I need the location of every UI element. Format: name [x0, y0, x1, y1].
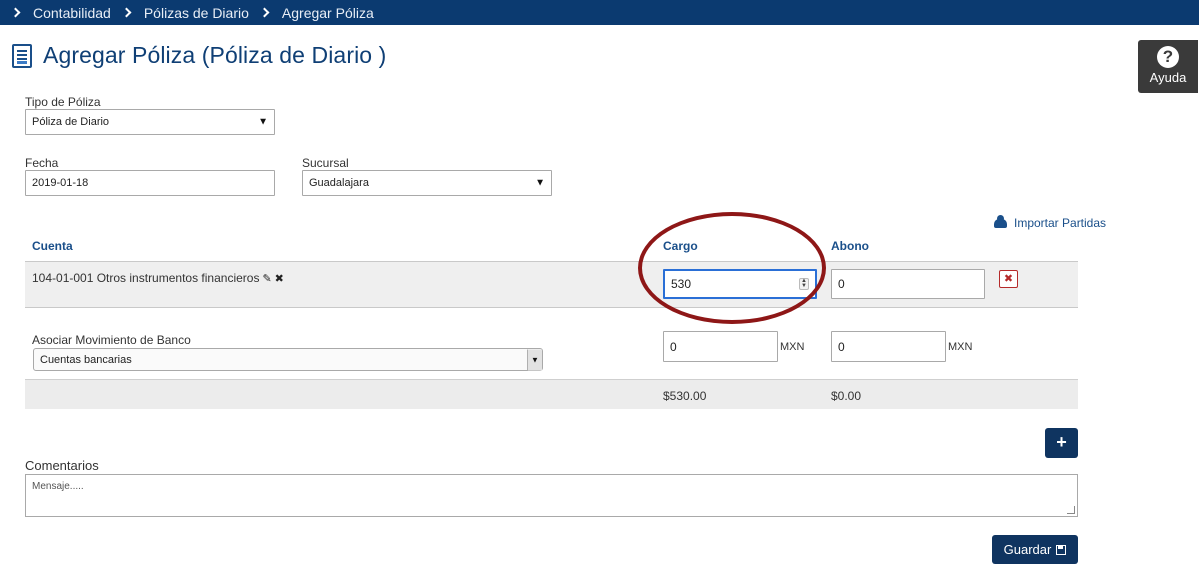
sucursal-value: Guadalajara: [309, 177, 369, 189]
fecha-input[interactable]: 2019-01-18: [25, 170, 275, 196]
chevron-right-icon: [10, 7, 21, 18]
floppy-disk-icon: [1056, 544, 1067, 555]
import-partidas-label: Importar Partidas: [1014, 216, 1107, 230]
breadcrumb-item-polizas-diario[interactable]: Pólizas de Diario: [111, 5, 249, 21]
sucursal-label: Sucursal: [302, 156, 349, 170]
account-cell: 104-01-001 Otros instrumentos financiero…: [32, 271, 284, 285]
breadcrumb-label: Contabilidad: [33, 4, 111, 21]
resize-handle-icon[interactable]: [1067, 506, 1075, 514]
bank-cargo-value: 0: [670, 339, 677, 354]
column-header-abono: Abono: [831, 239, 869, 253]
fecha-label: Fecha: [25, 156, 59, 170]
account-name: 104-01-001 Otros instrumentos financiero…: [32, 271, 260, 285]
breadcrumb-label: Agregar Póliza: [281, 4, 374, 21]
page-header: Agregar Póliza (Póliza de Diario ): [12, 42, 386, 69]
save-label: Guardar: [1003, 542, 1052, 557]
currency-label: MXN: [948, 341, 973, 353]
document-chart-icon: [12, 43, 32, 68]
question-circle-icon: ?: [1157, 46, 1179, 68]
page-title: Agregar Póliza (Póliza de Diario ): [43, 42, 387, 68]
fecha-value: 2019-01-18: [32, 177, 89, 189]
column-header-cuenta: Cuenta: [32, 239, 73, 253]
delete-row-button[interactable]: ✖: [999, 270, 1018, 288]
abono-value: 0: [838, 277, 845, 291]
caret-down-icon: ▼: [258, 116, 268, 128]
bank-abono-input[interactable]: 0: [831, 331, 946, 362]
caret-down-icon: ▼: [535, 177, 545, 189]
breadcrumb-label: Pólizas de Diario: [143, 4, 249, 21]
comentarios-textarea[interactable]: Mensaje.....: [25, 474, 1078, 517]
tipo-poliza-value: Póliza de Diario: [32, 116, 110, 128]
comentarios-label: Comentarios: [25, 458, 99, 473]
bank-movement-label: Asociar Movimiento de Banco: [32, 333, 191, 347]
caret-down-icon: ▼: [527, 349, 542, 370]
currency-label: MXN: [780, 341, 805, 353]
help-label: Ayuda: [1149, 70, 1187, 85]
tipo-poliza-label: Tipo de Póliza: [25, 95, 101, 109]
sucursal-select[interactable]: Guadalajara ▼: [302, 170, 552, 196]
cloud-upload-icon: [994, 214, 1007, 228]
chevron-right-icon: [259, 7, 270, 18]
totals-row: [25, 379, 1078, 409]
import-partidas-link[interactable]: Importar Partidas: [994, 214, 1107, 230]
total-abono: $0.00: [831, 389, 862, 403]
breadcrumb: Contabilidad Pólizas de Diario Agregar P…: [0, 0, 1199, 25]
highlight-oval: [638, 212, 826, 324]
chevron-right-icon: [121, 7, 132, 18]
bank-cargo-input[interactable]: 0: [663, 331, 778, 362]
breadcrumb-item-agregar-poliza: Agregar Póliza: [249, 5, 374, 21]
save-button[interactable]: Guardar: [992, 535, 1078, 564]
bank-accounts-value: Cuentas bancarias: [40, 353, 132, 366]
breadcrumb-item-contabilidad[interactable]: Contabilidad: [10, 4, 111, 21]
bank-abono-value: 0: [838, 339, 845, 354]
comentarios-placeholder: Mensaje.....: [32, 481, 84, 492]
total-cargo: $530.00: [663, 389, 707, 403]
add-row-button[interactable]: +: [1045, 428, 1078, 458]
help-button[interactable]: ? Ayuda: [1138, 40, 1198, 93]
edit-icon[interactable]: ✎: [262, 272, 271, 285]
bank-accounts-select[interactable]: Cuentas bancarias ▼: [33, 348, 543, 371]
remove-account-icon[interactable]: ✖: [275, 272, 284, 285]
abono-input[interactable]: 0: [831, 269, 985, 299]
tipo-poliza-select[interactable]: Póliza de Diario ▼: [25, 109, 275, 135]
